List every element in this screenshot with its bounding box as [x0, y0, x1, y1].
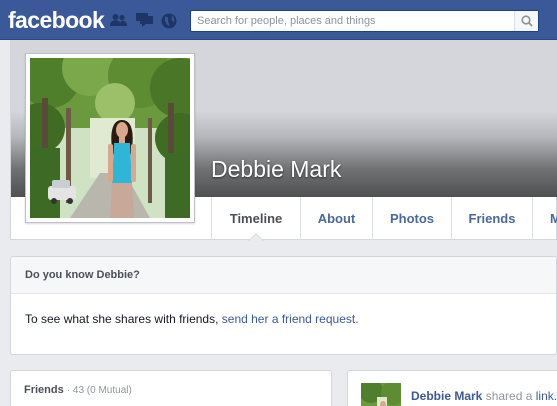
notifications-globe-icon[interactable]	[161, 13, 177, 29]
do-you-know-body: To see what she shares with friends, sen…	[11, 294, 556, 326]
do-you-know-text: To see what she shares with friends,	[25, 312, 219, 326]
do-you-know-card: Do you know Debbie? To see what she shar…	[10, 256, 557, 355]
tab-more[interactable]: M	[532, 197, 557, 240]
story-text: Debbie Mark shared a link.	[411, 389, 557, 403]
profile-picture[interactable]	[25, 53, 195, 223]
timeline-story: Debbie Mark shared a link.	[347, 370, 557, 406]
top-bar: facebook	[0, 0, 557, 40]
facebook-logo[interactable]: facebook	[8, 7, 105, 34]
friends-title[interactable]: Friends	[24, 384, 64, 396]
search-box	[190, 10, 539, 32]
do-you-know-title: Do you know Debbie?	[11, 257, 556, 294]
tab-photos[interactable]: Photos	[372, 197, 451, 240]
friends-card: Friends · 43 (0 Mutual)	[10, 370, 332, 406]
messages-icon[interactable]	[136, 13, 153, 27]
friends-count: · 43 (0 Mutual)	[66, 385, 132, 396]
profile-header: Debbie Mark Timeline About Photos Friend…	[10, 40, 557, 241]
search-icon	[521, 15, 533, 27]
tab-timeline[interactable]: Timeline	[211, 197, 300, 241]
tab-about[interactable]: About	[300, 197, 372, 240]
story-link[interactable]: link.	[536, 389, 557, 403]
search-button[interactable]	[514, 11, 538, 31]
friend-requests-icon[interactable]	[110, 13, 127, 27]
search-input[interactable]	[191, 11, 515, 31]
story-author[interactable]: Debbie Mark	[411, 389, 482, 403]
story-author-avatar[interactable]	[359, 379, 405, 406]
story-action: shared a	[485, 389, 533, 403]
tab-friends[interactable]: Friends	[451, 197, 532, 240]
profile-name[interactable]: Debbie Mark	[211, 156, 341, 183]
friends-header: Friends · 43 (0 Mutual)	[24, 384, 132, 396]
profile-tabs: Timeline About Photos Friends M	[211, 197, 557, 241]
friend-request-link[interactable]: send her a friend request.	[222, 312, 359, 326]
